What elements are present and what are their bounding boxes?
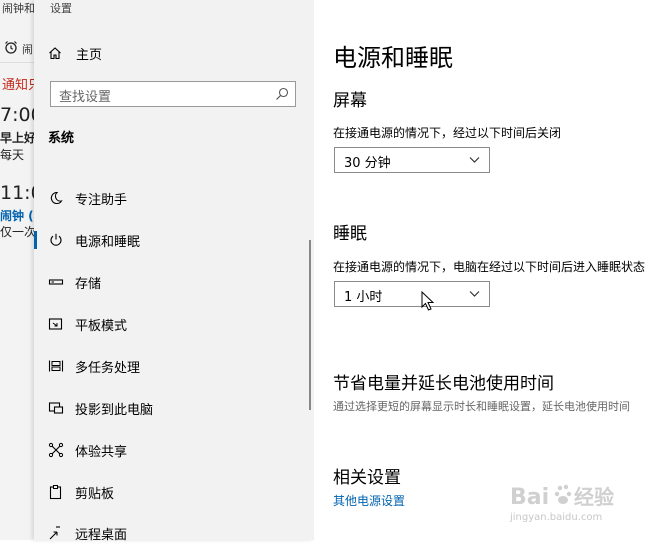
search-icon bbox=[276, 87, 289, 100]
screen-description: 在接通电源的情况下，经过以下时间后关闭 bbox=[333, 126, 562, 140]
power-icon bbox=[50, 233, 62, 246]
sleep-heading: 睡眠 bbox=[333, 224, 367, 244]
dropdown-value: 30 分钟 bbox=[344, 156, 391, 171]
svg-text:经验: 经验 bbox=[574, 485, 614, 509]
nav-item-label: 存储 bbox=[75, 276, 102, 292]
remote-desktop-icon bbox=[49, 526, 60, 540]
home-icon bbox=[49, 47, 61, 60]
chevron-down-icon bbox=[469, 157, 480, 163]
nav-item-label: 电源和睡眠 bbox=[75, 234, 141, 250]
shared-experiences-icon bbox=[48, 442, 64, 458]
background-window-title: 闹钟和 bbox=[2, 2, 35, 15]
nav-item-focus-assist[interactable]: 专注助手 bbox=[34, 181, 314, 215]
chevron-down-icon bbox=[469, 291, 480, 297]
nav-scrollbar[interactable] bbox=[309, 240, 311, 410]
nav-item-multitasking[interactable]: 多任务处理 bbox=[34, 349, 314, 383]
background-tab-alarm[interactable]: 闹 bbox=[22, 41, 33, 57]
screen-heading: 屏幕 bbox=[333, 91, 367, 111]
alarm-name: 闹钟 ( bbox=[0, 209, 34, 223]
search-input[interactable]: 查找设置 bbox=[50, 81, 296, 107]
clipboard-icon bbox=[49, 485, 62, 500]
nav-item-label: 平板模式 bbox=[75, 318, 128, 334]
nav-home-label: 主页 bbox=[76, 47, 103, 63]
nav-item-storage[interactable]: 存储 bbox=[34, 265, 314, 299]
battery-description: 通过选择更短的屏幕显示时长和睡眠设置，延长电池使用时间 bbox=[333, 400, 630, 413]
nav-item-shared-experiences[interactable]: 体验共享 bbox=[34, 433, 314, 467]
alarm-name: 早上好 bbox=[0, 131, 37, 145]
dropdown-value: 1 小时 bbox=[344, 290, 383, 305]
moon-icon bbox=[50, 191, 63, 205]
nav-item-tablet-mode[interactable]: 平板模式 bbox=[34, 307, 314, 341]
nav-item-label: 剪贴板 bbox=[75, 486, 115, 502]
svg-text:Bai: Bai bbox=[510, 485, 549, 510]
nav-item-label: 体验共享 bbox=[75, 444, 128, 460]
battery-heading: 节省电量并延长电池使用时间 bbox=[333, 374, 554, 394]
nav-section-title: 系统 bbox=[48, 131, 75, 146]
mouse-cursor-icon bbox=[421, 291, 435, 311]
nav-item-project[interactable]: 投影到此电脑 bbox=[34, 391, 314, 425]
screen-timeout-dropdown[interactable]: 30 分钟 bbox=[334, 147, 490, 173]
sleep-description: 在接通电源的情况下，电脑在经过以下时间后进入睡眠状态 bbox=[333, 260, 646, 274]
watermark-url: jingyan.baidu.com bbox=[510, 512, 603, 523]
nav-item-remote-desktop[interactable]: 远程桌面 bbox=[34, 516, 314, 550]
settings-window-title: 设置 bbox=[50, 2, 72, 15]
multitasking-icon bbox=[48, 360, 64, 372]
sleep-timeout-dropdown[interactable]: 1 小时 bbox=[334, 281, 490, 307]
alarm-repeat: 仅一次 bbox=[0, 225, 37, 239]
power-sleep-page: 电源和睡眠 屏幕 在接通电源的情况下，经过以下时间后关闭 30 分钟 睡眠 在接… bbox=[314, 0, 662, 540]
related-settings-heading: 相关设置 bbox=[333, 468, 401, 488]
nav-item-clipboard[interactable]: 剪贴板 bbox=[34, 475, 314, 509]
nav-item-label: 投影到此电脑 bbox=[75, 402, 154, 418]
search-placeholder: 查找设置 bbox=[59, 90, 112, 105]
nav-item-label: 多任务处理 bbox=[75, 360, 141, 376]
nav-home[interactable]: 主页 bbox=[34, 38, 314, 68]
settings-nav-pane: 设置 主页 查找设置 系统 专注助手 电源和睡眠 存储 平板模式 多任务处理 投… bbox=[34, 0, 314, 543]
alarm-clock-icon[interactable] bbox=[4, 40, 18, 54]
page-title: 电源和睡眠 bbox=[333, 44, 453, 72]
alarm-repeat: 每天 bbox=[0, 148, 25, 162]
nav-item-label: 专注助手 bbox=[75, 192, 128, 208]
additional-power-settings-link[interactable]: 其他电源设置 bbox=[333, 492, 405, 509]
storage-icon bbox=[48, 279, 64, 285]
project-icon bbox=[48, 402, 64, 414]
tablet-mode-icon bbox=[48, 318, 63, 330]
nav-item-power-sleep[interactable]: 电源和睡眠 bbox=[34, 223, 314, 257]
